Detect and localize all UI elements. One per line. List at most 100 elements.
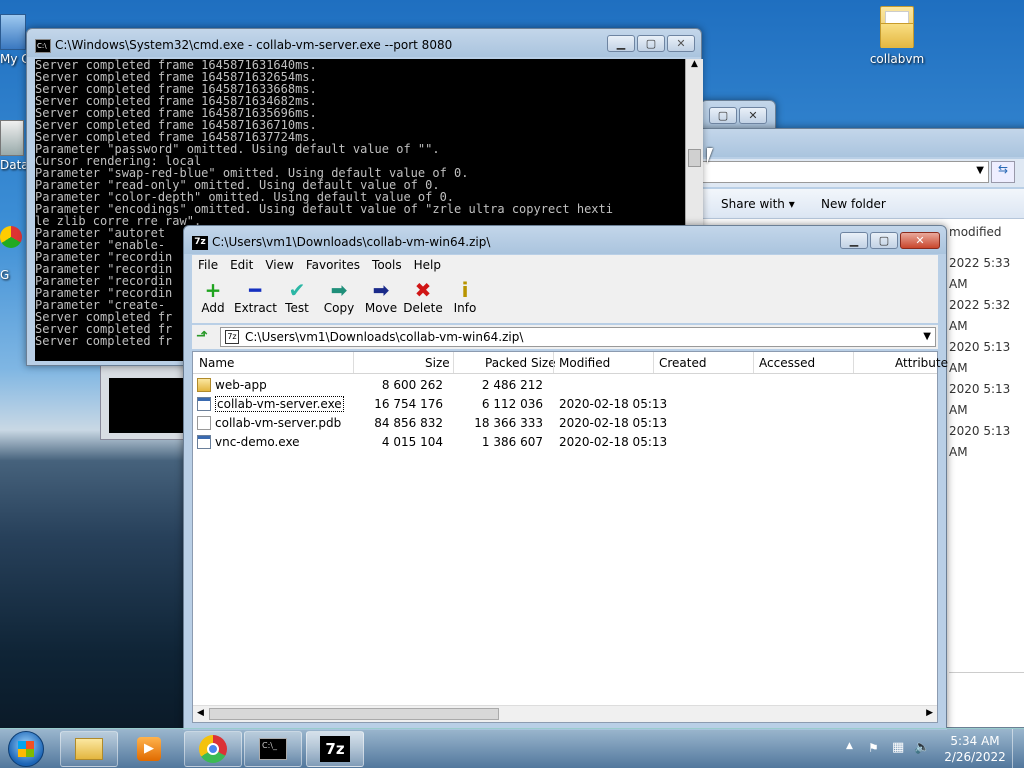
start-button[interactable] xyxy=(8,731,44,767)
show-desktop-button[interactable] xyxy=(1012,729,1024,768)
cell-name: vnc-demo.exe xyxy=(215,435,300,449)
minimize-button[interactable]: ▁ xyxy=(840,232,868,249)
table-row[interactable]: vnc-demo.exe 4 015 104 1 386 607 2020-02-18… xyxy=(193,433,937,452)
taskbar-media-player[interactable]: ▶ xyxy=(120,731,178,767)
desktop-icon-label: G xyxy=(0,268,10,282)
date-cell: 2020 5:13 AM xyxy=(949,340,1011,375)
taskbar-cmd[interactable]: C:\_ xyxy=(244,731,302,767)
taskbar-explorer[interactable] xyxy=(60,731,118,767)
table-row[interactable]: collab-vm-server.pdb 84 856 832 18 366 333… xyxy=(193,414,937,433)
taskbar-chrome[interactable] xyxy=(184,731,242,767)
tray-show-hidden-icon[interactable]: ▲ xyxy=(846,741,853,751)
date-cell: 2022 5:33 AM xyxy=(949,256,1011,291)
chevron-down-icon[interactable]: ▼ xyxy=(976,165,984,176)
mouse-cursor xyxy=(707,148,719,164)
scroll-left-icon[interactable]: ◀ xyxy=(197,708,204,718)
date-cell: 2022 5:32 AM xyxy=(949,298,1011,333)
close-button[interactable]: ✕ xyxy=(739,107,767,124)
date-cell: 2020 5:13 AM xyxy=(949,424,1011,459)
horizontal-scrollbar[interactable]: ◀ ▶ xyxy=(193,705,937,722)
column-created[interactable]: Created xyxy=(659,356,707,370)
test-icon: ✔ xyxy=(288,278,306,302)
toolbar-button-label: Move xyxy=(364,301,398,315)
column-accessed[interactable]: Accessed xyxy=(759,356,815,370)
windows-logo-icon xyxy=(18,741,34,757)
menu-edit[interactable]: Edit xyxy=(224,258,259,272)
column-divider xyxy=(453,352,454,373)
toolbar-button-label: Add xyxy=(201,301,225,315)
date-cell: 2020 5:13 AM xyxy=(949,382,1011,417)
refresh-button[interactable]: ⇆ xyxy=(991,161,1015,183)
column-attributes[interactable]: Attribute xyxy=(895,356,948,370)
table-row[interactable]: web-app 8 600 262 2 486 212 xyxy=(193,376,937,395)
toolbar-test-button[interactable]: ✔ Test xyxy=(276,275,318,323)
share-with-button[interactable]: Share with ▾ xyxy=(721,197,795,211)
toolbar-button-label: Info xyxy=(453,301,477,315)
chevron-down-icon[interactable]: ▼ xyxy=(923,331,931,342)
scroll-thumb[interactable] xyxy=(209,708,499,720)
desktop-icon-collabvm[interactable]: collabvm xyxy=(862,6,932,66)
computer-icon xyxy=(0,14,26,50)
maximize-button[interactable]: ▢ xyxy=(709,107,737,124)
share-with-label: Share with xyxy=(721,197,785,211)
maximize-button[interactable]: ▢ xyxy=(870,232,898,249)
toolbar-info-button[interactable]: i Info xyxy=(444,275,486,323)
toolbar-extract-button[interactable]: ━ Extract xyxy=(234,275,277,323)
search-box[interactable]: ▼ xyxy=(701,161,989,183)
sevenzip-icon: 7z xyxy=(320,736,350,762)
table-row[interactable]: collab-vm-server.exe 16 754 176 6 112 036 2… xyxy=(193,395,937,414)
scroll-right-icon[interactable]: ▶ xyxy=(926,708,933,718)
data-icon xyxy=(0,120,24,156)
menu-file[interactable]: File xyxy=(192,258,224,272)
sevenzip-icon: 7z xyxy=(192,236,208,250)
menu-help[interactable]: Help xyxy=(408,258,447,272)
column-divider xyxy=(753,352,754,373)
extract-icon: ━ xyxy=(248,278,262,302)
menu-favorites[interactable]: Favorites xyxy=(300,258,366,272)
up-folder-icon[interactable]: ⬏ xyxy=(196,328,214,346)
cmd-icon: C:\ xyxy=(35,39,51,53)
move-icon: ➡ xyxy=(372,278,390,302)
copy-icon: ➡ xyxy=(330,278,348,302)
tray-network-icon[interactable]: ▦ xyxy=(892,740,904,755)
cell-modified: 2020-02-18 05:13 xyxy=(559,435,668,449)
scroll-up-icon[interactable]: ▲ xyxy=(686,59,703,69)
cell-name: web-app xyxy=(215,378,267,392)
file-list[interactable]: Name Size Packed Size Modified Created A… xyxy=(192,351,948,723)
modified-column-header[interactable]: modified xyxy=(949,225,1002,239)
close-button[interactable]: ✕ xyxy=(667,35,695,52)
column-name[interactable]: Name xyxy=(199,356,234,370)
toolbar-copy-button[interactable]: ➡ Copy xyxy=(318,275,360,323)
column-modified[interactable]: Modified xyxy=(559,356,610,370)
address-input[interactable]: 7z C:\Users\vm1\Downloads\collab-vm-win6… xyxy=(220,327,936,347)
column-packed-size[interactable]: Packed Size xyxy=(485,356,556,370)
close-button[interactable]: ✕ xyxy=(900,232,940,249)
file-icon xyxy=(197,416,211,430)
toolbar-move-button[interactable]: ➡ Move xyxy=(360,275,402,323)
clock[interactable]: 5:34 AM 2/26/2022 xyxy=(940,733,1010,765)
new-folder-button[interactable]: New folder xyxy=(821,197,886,211)
scroll-thumb[interactable] xyxy=(688,149,701,167)
taskbar-7zip[interactable]: 7z xyxy=(306,731,364,767)
column-size[interactable]: Size xyxy=(425,356,450,370)
menu-view[interactable]: View xyxy=(259,258,299,272)
column-divider xyxy=(553,352,554,373)
date-list: 2022 5:33 AM 2022 5:32 AM 2020 5:13 AM 2… xyxy=(949,253,1024,463)
menu-tools[interactable]: Tools xyxy=(366,258,408,272)
maximize-button[interactable]: ▢ xyxy=(637,35,665,52)
sevenzip-window[interactable]: 7z C:\Users\vm1\Downloads\collab-vm-win6… xyxy=(183,225,948,730)
toolbar-delete-button[interactable]: ✖ Delete xyxy=(402,275,444,323)
add-icon: + xyxy=(204,278,222,302)
toolbar-add-button[interactable]: + Add xyxy=(192,275,234,323)
cmd-icon: C:\_ xyxy=(259,738,287,760)
cell-modified: 2020-02-18 05:13 xyxy=(559,397,668,411)
background-window xyxy=(100,365,190,440)
cell-size: 84 856 832 xyxy=(374,416,443,430)
explorer-footer xyxy=(949,672,1024,673)
exe-file-icon xyxy=(197,397,211,411)
minimize-button[interactable]: ▁ xyxy=(607,35,635,52)
zip-icon: 7z xyxy=(225,330,239,344)
tray-action-center-icon[interactable]: ⚑ xyxy=(868,741,879,755)
cell-packed: 6 112 036 xyxy=(481,397,543,411)
tray-volume-icon[interactable]: 🔈 xyxy=(914,740,930,755)
